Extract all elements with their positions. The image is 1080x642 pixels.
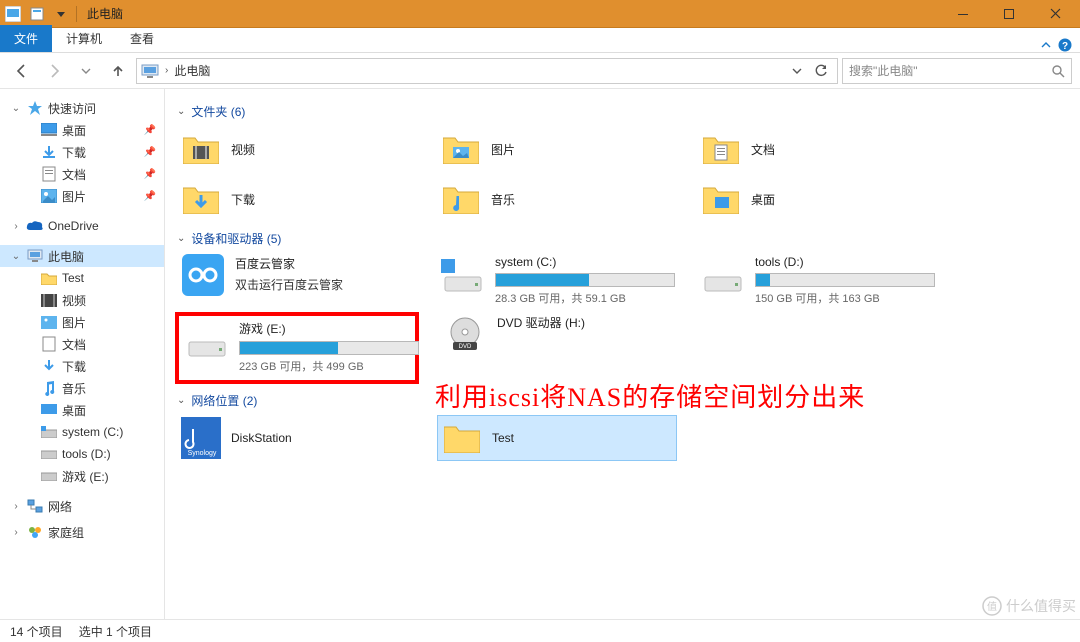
- pin-icon: 📌: [144, 169, 156, 180]
- ribbon-tabs: 文件 计算机 查看 ?: [0, 28, 1080, 53]
- dvd-icon: DVD: [443, 314, 487, 354]
- sidebar-item-drive-d[interactable]: tools (D:): [0, 443, 164, 465]
- tab-computer[interactable]: 计算机: [52, 25, 116, 52]
- folder-pictures[interactable]: 图片: [437, 126, 677, 172]
- tab-view[interactable]: 查看: [116, 25, 168, 52]
- tab-file[interactable]: 文件: [0, 25, 52, 52]
- group-devices-header[interactable]: ⌄设备和驱动器 (5): [177, 230, 1068, 247]
- search-icon: [1051, 64, 1065, 78]
- help-icon[interactable]: ?: [1058, 38, 1072, 52]
- folder-icon: [181, 129, 221, 169]
- sidebar-onedrive[interactable]: ›OneDrive: [0, 215, 164, 237]
- drive-icon: [441, 255, 485, 295]
- folder-videos[interactable]: 视频: [177, 126, 417, 172]
- netloc-diskstation[interactable]: Synology DiskStation: [177, 415, 417, 461]
- nav-back-button[interactable]: [8, 59, 36, 83]
- annotation-text: 利用iscsi将NAS的存储空间划分出来: [435, 377, 865, 414]
- sidebar-item-drive-c[interactable]: system (C:): [0, 421, 164, 443]
- qa-dropdown-icon[interactable]: [50, 4, 72, 24]
- search-placeholder: 搜索"此电脑": [849, 62, 918, 79]
- folder-icon: [701, 129, 741, 169]
- drive-usage-bar: [495, 273, 675, 287]
- sidebar-item-documents-pc[interactable]: 文档: [0, 333, 164, 355]
- synology-icon: Synology: [181, 418, 221, 458]
- pin-icon: 📌: [144, 125, 156, 136]
- sidebar-homegroup[interactable]: ›家庭组: [0, 521, 164, 543]
- window-title: 此电脑: [87, 5, 123, 22]
- sidebar-item-desktop-pc[interactable]: 桌面: [0, 399, 164, 421]
- device-baidu[interactable]: 百度云管家双击运行百度云管家: [177, 253, 417, 308]
- group-folders-header[interactable]: ⌄文件夹 (6): [177, 103, 1068, 120]
- folder-desktop[interactable]: 桌面: [697, 176, 937, 222]
- device-dvd[interactable]: DVD DVD 驱动器 (H:): [439, 312, 679, 384]
- statusbar: 14 个项目 选中 1 个项目: [0, 619, 1080, 642]
- minimize-button[interactable]: [940, 0, 986, 28]
- annotation-highlight-box: 游戏 (E:)223 GB 可用，共 499 GB: [175, 312, 419, 384]
- baidu-icon: [181, 255, 225, 295]
- ribbon-expand-icon[interactable]: [1040, 39, 1052, 51]
- nav-up-button[interactable]: [104, 59, 132, 83]
- close-button[interactable]: [1032, 0, 1078, 28]
- qa-properties-icon[interactable]: [26, 4, 48, 24]
- folder-music[interactable]: 音乐: [437, 176, 677, 222]
- sidebar-network[interactable]: ›网络: [0, 495, 164, 517]
- status-item-count: 14 个项目: [10, 623, 63, 640]
- folder-icon: [442, 418, 482, 458]
- sidebar-item-downloads-pc[interactable]: 下载: [0, 355, 164, 377]
- folder-documents[interactable]: 文档: [697, 126, 937, 172]
- device-drive-c[interactable]: system (C:)28.3 GB 可用，共 59.1 GB: [437, 253, 677, 308]
- folder-downloads[interactable]: 下载: [177, 176, 417, 222]
- folder-icon: [701, 179, 741, 219]
- sidebar-item-documents[interactable]: 文档📌: [0, 163, 164, 185]
- watermark: 值 什么值得买: [982, 596, 1076, 616]
- sidebar-item-pictures[interactable]: 图片📌: [0, 185, 164, 207]
- drive-icon: [701, 255, 745, 295]
- this-pc-icon: [141, 63, 159, 79]
- folder-icon: [181, 179, 221, 219]
- search-box[interactable]: 搜索"此电脑": [842, 58, 1072, 84]
- drive-usage-bar: [755, 273, 935, 287]
- sidebar-item-test[interactable]: Test: [0, 267, 164, 289]
- folder-icon: [441, 129, 481, 169]
- sidebar: ⌄ 快速访问 桌面📌 下载📌 文档📌 图片📌 ›OneDrive ⌄此电脑 Te…: [0, 89, 165, 619]
- nav-history-button[interactable]: [72, 59, 100, 83]
- navbar: › 此电脑 搜索"此电脑": [0, 53, 1080, 89]
- sidebar-item-pictures-pc[interactable]: 图片: [0, 311, 164, 333]
- sidebar-item-videos[interactable]: 视频: [0, 289, 164, 311]
- address-bar[interactable]: › 此电脑: [136, 58, 838, 84]
- sidebar-item-downloads[interactable]: 下载📌: [0, 141, 164, 163]
- svg-text:Synology: Synology: [188, 450, 217, 457]
- refresh-button[interactable]: [809, 59, 833, 83]
- sidebar-quick-access[interactable]: ⌄ 快速访问: [0, 97, 164, 119]
- addr-dropdown-button[interactable]: [785, 59, 809, 83]
- drive-usage-bar: [239, 341, 419, 355]
- pin-icon: 📌: [144, 147, 156, 158]
- sidebar-item-music[interactable]: 音乐: [0, 377, 164, 399]
- device-drive-d[interactable]: tools (D:)150 GB 可用，共 163 GB: [697, 253, 937, 308]
- titlebar: 此电脑: [0, 0, 1080, 28]
- status-selected-count: 选中 1 个项目: [79, 623, 152, 640]
- svg-text:?: ?: [1062, 41, 1068, 52]
- folder-icon: [441, 179, 481, 219]
- sidebar-item-desktop[interactable]: 桌面📌: [0, 119, 164, 141]
- nav-forward-button[interactable]: [40, 59, 68, 83]
- content-pane: ⌄文件夹 (6) 视频 图片 文档 下载 音乐: [165, 89, 1080, 619]
- sidebar-this-pc[interactable]: ⌄此电脑: [0, 245, 164, 267]
- pin-icon: 📌: [144, 191, 156, 202]
- drive-icon: [185, 320, 229, 360]
- netloc-test[interactable]: Test: [437, 415, 677, 461]
- sidebar-item-drive-e[interactable]: 游戏 (E:): [0, 465, 164, 487]
- svg-text:DVD: DVD: [459, 344, 472, 350]
- app-icon: [2, 4, 24, 24]
- maximize-button[interactable]: [986, 0, 1032, 28]
- breadcrumb[interactable]: 此电脑: [174, 62, 210, 79]
- device-drive-e[interactable]: 游戏 (E:)223 GB 可用，共 499 GB: [181, 318, 413, 376]
- svg-text:值: 值: [987, 600, 997, 613]
